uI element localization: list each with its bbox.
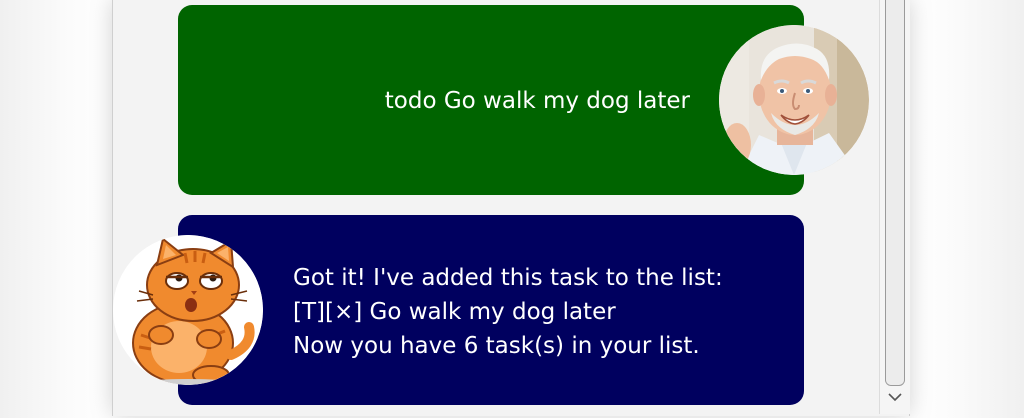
user-message-text: todo Go walk my dog later (384, 88, 690, 114)
bot-message-bubble: Got it! I've added this task to the list… (178, 215, 804, 405)
user-message-bubble: todo Go walk my dog later (178, 5, 804, 195)
bot-message-line: Got it! I've added this task to the list… (293, 265, 723, 291)
scrollbar-thumb[interactable] (885, 0, 905, 386)
vertical-scrollbar[interactable] (879, 0, 910, 414)
chat-window: todo Go walk my dog later Got it! I've a… (112, 0, 910, 416)
chevron-down-icon[interactable] (885, 390, 905, 408)
bot-message-line: Now you have 6 task(s) in your list. (293, 333, 700, 359)
user-avatar (719, 25, 869, 175)
chat-scroll-area[interactable]: todo Go walk my dog later Got it! I've a… (113, 0, 879, 414)
bot-message-line: [T][×] Go walk my dog later (293, 299, 616, 325)
orange-cat-avatar-icon (113, 235, 263, 385)
bot-avatar (113, 235, 263, 385)
elderly-man-avatar-icon (719, 25, 869, 175)
bot-message-text: Got it! I've added this task to the list… (293, 261, 723, 363)
